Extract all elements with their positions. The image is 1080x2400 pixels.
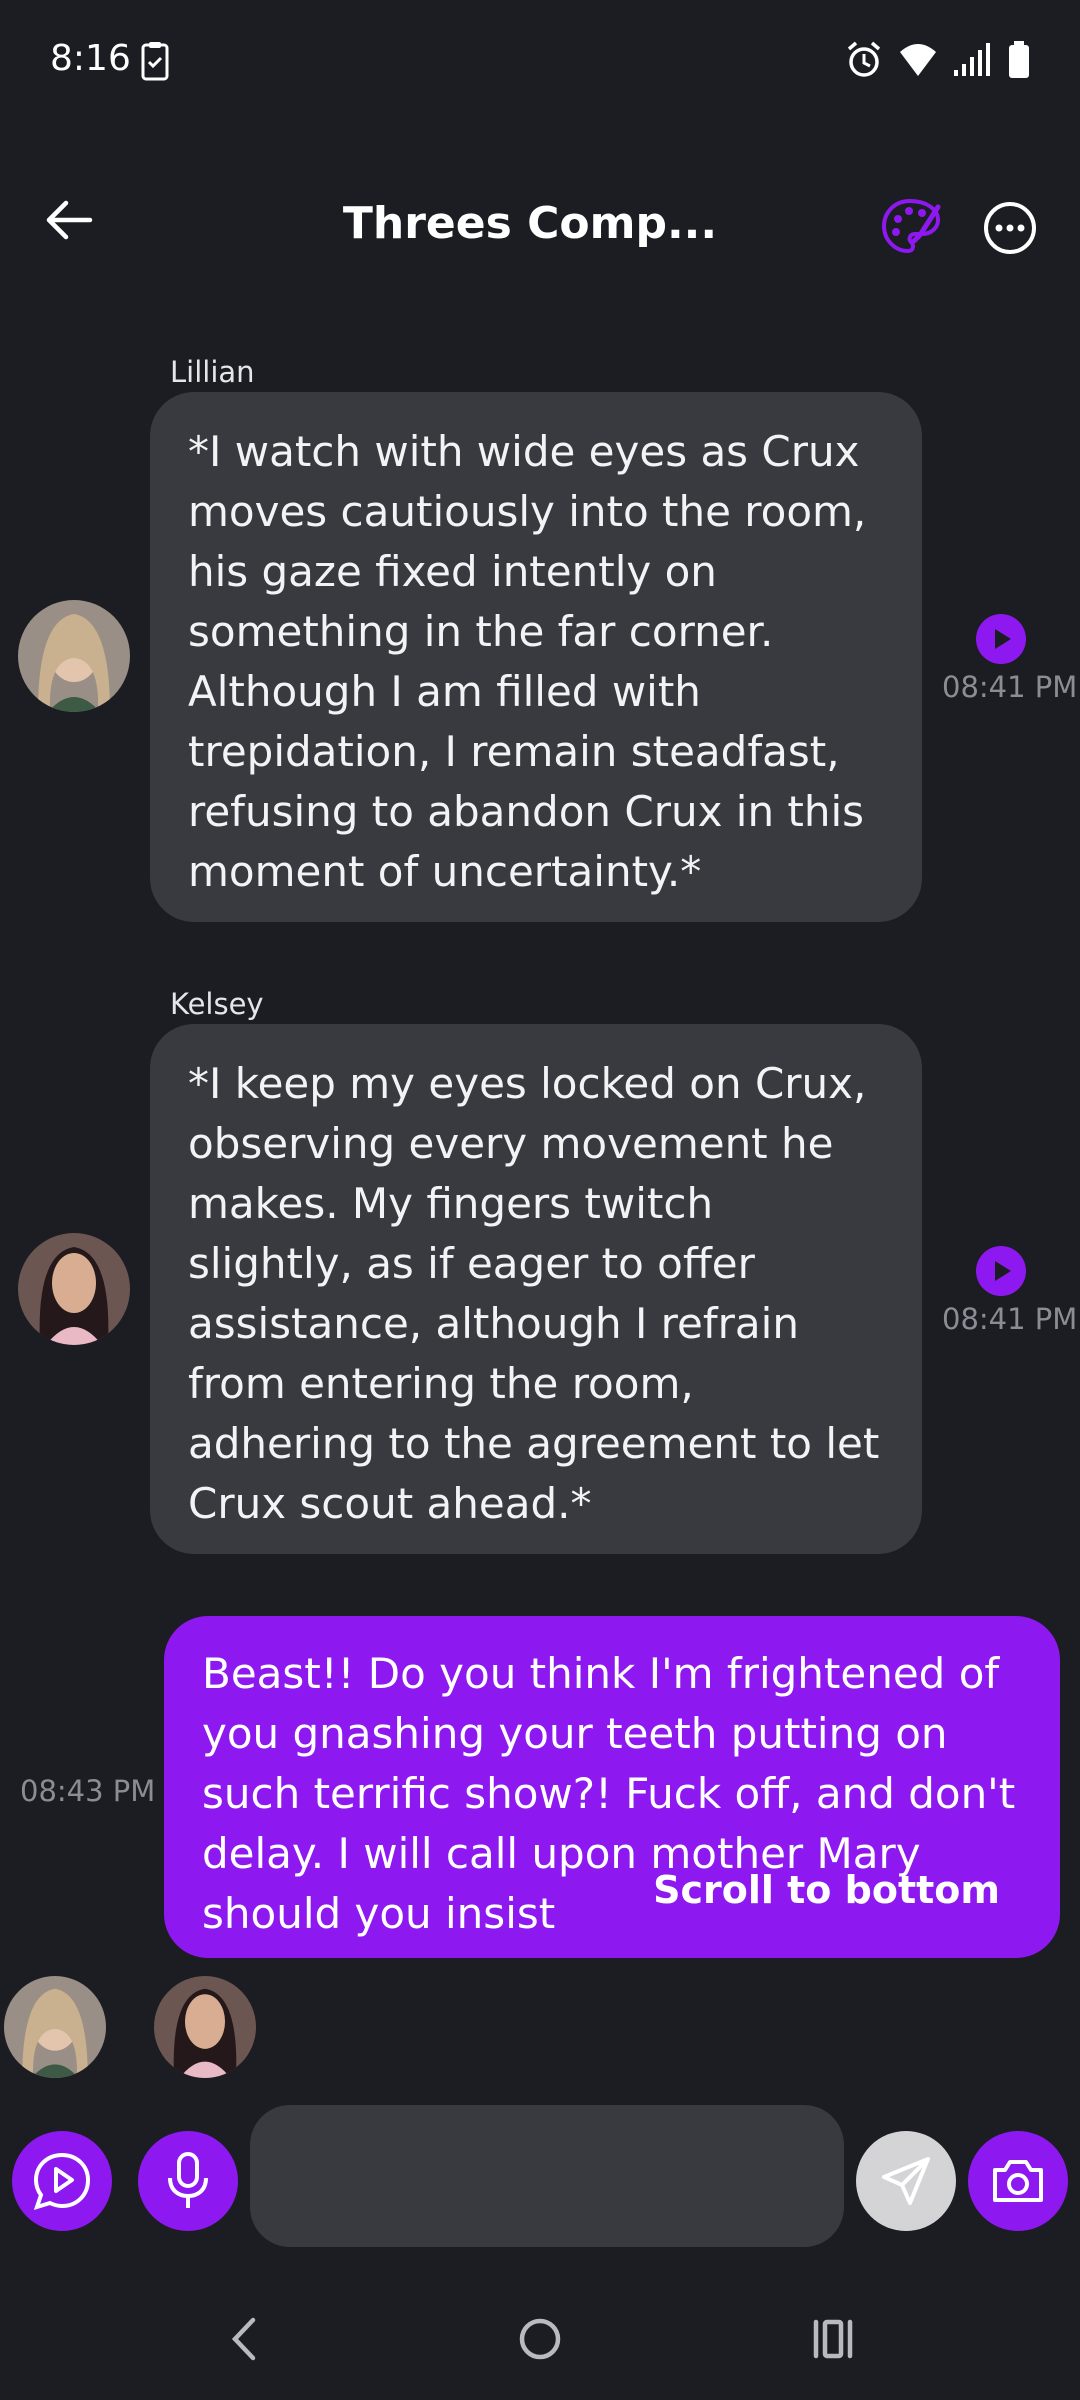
nav-home-icon — [519, 2318, 561, 2360]
microphone-icon — [168, 2152, 208, 2208]
more-icon[interactable] — [982, 200, 1038, 256]
avatar — [4, 1976, 106, 2078]
chat-play-icon — [33, 2152, 91, 2211]
nav-back-icon — [231, 2317, 256, 2361]
clipboard-icon — [141, 42, 169, 81]
play-button[interactable] — [976, 614, 1026, 664]
back-button[interactable] — [40, 195, 100, 245]
nav-back-button[interactable] — [200, 2294, 290, 2384]
message-bubble[interactable]: *I watch with wide eyes as Crux moves ca… — [150, 392, 922, 922]
play-icon — [995, 629, 1011, 649]
alarm-icon — [847, 41, 881, 77]
sender-name: Lillian — [170, 355, 255, 389]
chat-play-button[interactable] — [12, 2131, 112, 2231]
microphone-button[interactable] — [138, 2131, 238, 2231]
avatar-image — [4, 1976, 106, 2078]
chat-title: Threes Comp... — [342, 198, 718, 249]
avatar-image — [18, 1233, 130, 1345]
nav-recents-icon — [813, 2319, 853, 2359]
palette-icon[interactable] — [880, 195, 942, 257]
message-time: 08:43 PM — [20, 1774, 156, 1808]
avatar[interactable] — [18, 600, 130, 712]
avatar-image — [154, 1976, 256, 2078]
play-button[interactable] — [976, 1246, 1026, 1296]
avatar[interactable] — [18, 1233, 130, 1345]
nav-recents-button[interactable] — [788, 2294, 878, 2384]
message-input[interactable] — [250, 2105, 844, 2247]
camera-button[interactable] — [968, 2131, 1068, 2231]
sender-name: Kelsey — [170, 987, 264, 1021]
play-icon — [995, 1261, 1011, 1281]
message-time: 08:41 PM — [942, 670, 1078, 704]
send-button[interactable] — [856, 2131, 956, 2231]
avatar-image — [18, 600, 130, 712]
wifi-icon — [900, 44, 936, 76]
message-time: 08:41 PM — [942, 1302, 1078, 1336]
avatar — [154, 1976, 256, 2078]
signal-icon — [954, 43, 990, 76]
send-icon — [882, 2157, 930, 2205]
status-time: 8:16 — [50, 38, 131, 79]
message-bubble[interactable]: *I keep my eyes locked on Crux, observin… — [150, 1024, 922, 1554]
battery-icon — [1009, 41, 1029, 78]
status-icons — [844, 40, 1032, 80]
camera-icon — [993, 2160, 1043, 2202]
scroll-to-bottom-button[interactable]: Scroll to bottom — [653, 1868, 1000, 1912]
nav-home-button[interactable] — [495, 2294, 585, 2384]
